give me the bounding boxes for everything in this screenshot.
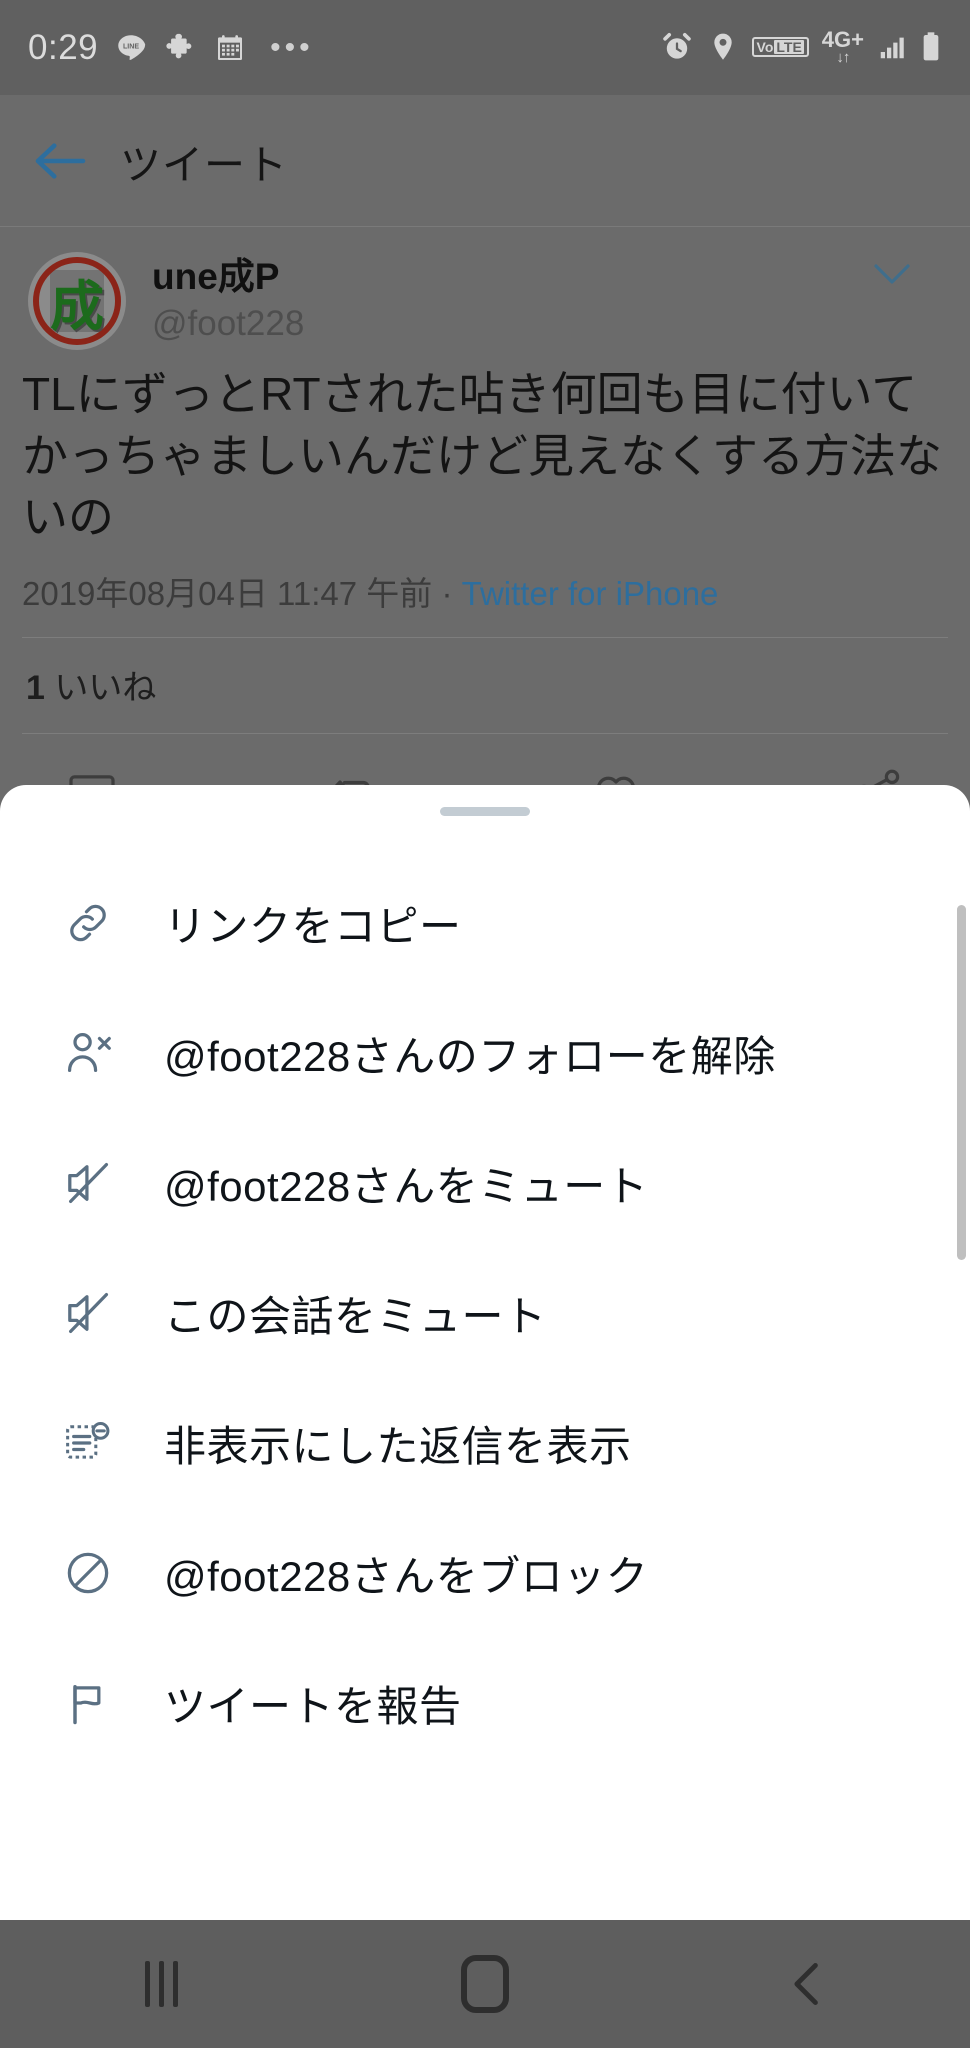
volte-vo-text: Vo [756,39,774,56]
menu-item-label: @foot228さんをミュート [164,1162,649,1210]
nav-home-button[interactable] [415,1920,555,2048]
report-flag-icon [56,1677,120,1729]
status-bar-right: Vo LTE 4G+ ↓↑ [660,26,942,66]
recents-icon [145,1961,179,2007]
likes-label: いいね [54,668,157,707]
menu-item-label: @foot228さんをブロック [164,1552,649,1600]
nav-back-button[interactable] [738,1920,878,2048]
menu-item-show-hidden-replies[interactable]: 非表示にした返信を表示 [0,1378,970,1508]
location-icon [707,31,739,63]
menu-item-label: ツイートを報告 [164,1682,462,1730]
network-arrows: ↓↑ [836,48,850,66]
chevron-down-icon [874,264,910,284]
user-unfollow-icon [56,1027,120,1079]
tweet-stats[interactable]: 1 いいね [0,638,970,709]
menu-item-unfollow[interactable]: @foot228さんのフォローを解除 [0,988,970,1118]
link-icon [56,897,120,949]
svg-text:LINE: LINE [123,42,139,50]
page-title: ツイート [120,141,288,188]
tweet-timestamp: 2019年08月04日 11:47 午前 · [22,574,462,612]
avatar[interactable]: 成 [28,252,126,350]
volte-icon: Vo LTE [751,37,809,58]
nav-recents-button[interactable] [92,1920,232,2048]
tweet-detail: 成 une成P @foot228 TLにずっとRTされた呫き何回も目に付いてかっ… [0,228,970,825]
home-icon [460,1955,509,2013]
nav-back-icon [794,1963,819,2005]
status-bar-left: 0:29 LINE ••• [28,28,314,68]
menu-item-copy-link[interactable]: リンクをコピー [0,858,970,988]
tweet-text: TLにずっとRTされた呫き何回も目に付いてかっちゃましいんだけど見えなくする方法… [22,368,942,544]
menu-item-block[interactable]: @foot228さんをブロック [0,1508,970,1638]
menu-item-mute-conversation[interactable]: この会話をミュート [0,1248,970,1378]
back-button[interactable] [0,138,120,184]
status-clock: 0:29 [28,27,99,67]
display-name[interactable]: une成P [152,254,304,299]
puzzle-icon [164,31,198,65]
app-bar: ツイート [0,95,970,227]
likes-count: 1 [26,668,45,707]
menu-item-label: この会話をミュート [164,1292,547,1340]
menu-item-label: 非表示にした返信を表示 [164,1422,632,1470]
mute-icon [56,1157,120,1209]
alarm-icon [660,30,694,64]
line-icon: LINE [114,31,148,65]
more-dots-icon: ••• [270,30,314,64]
calendar-icon [214,32,246,64]
volte-lte-text: LTE [774,39,804,56]
block-icon [56,1547,120,1599]
tweet-source-link[interactable]: Twitter for iPhone [462,575,719,612]
sheet-menu: リンクをコピー @foot228さんのフォローを解除 @foot228さんをミュ… [0,858,970,1768]
menu-item-label: リンクをコピー [164,902,462,950]
network-label: 4G+ [821,26,864,52]
author-block: une成P @foot228 [152,252,304,347]
sheet-grabber[interactable] [440,807,530,816]
status-bar: 0:29 LINE ••• Vo LTE 4G+ ↓↑ [0,0,970,95]
tweet-overflow-button[interactable] [872,252,942,293]
android-nav-bar [0,1919,970,2048]
network-4g-icon: 4G+ ↓↑ [821,26,864,66]
handle[interactable]: @foot228 [152,301,304,347]
tweet-header: 成 une成P @foot228 [0,228,970,350]
mute-icon [56,1287,120,1339]
menu-item-mute-user[interactable]: @foot228さんをミュート [0,1118,970,1248]
menu-item-label: @foot228さんのフォローを解除 [164,1032,776,1080]
action-bottom-sheet: リンクをコピー @foot228さんのフォローを解除 @foot228さんをミュ… [0,785,970,1919]
signal-icon [877,32,907,62]
avatar-kanji: 成 [50,274,104,338]
phone-screen: 0:29 LINE ••• Vo LTE 4G+ ↓↑ ツイート 成 une成P… [0,0,970,2048]
back-arrow-icon [35,142,86,179]
tweet-timestamp-row: 2019年08月04日 11:47 午前 · Twitter for iPhon… [0,549,970,615]
sheet-scrollbar[interactable] [957,905,966,1260]
menu-item-report-tweet[interactable]: ツイートを報告 [0,1638,970,1768]
hidden-replies-icon [56,1417,120,1469]
battery-icon [920,31,942,63]
